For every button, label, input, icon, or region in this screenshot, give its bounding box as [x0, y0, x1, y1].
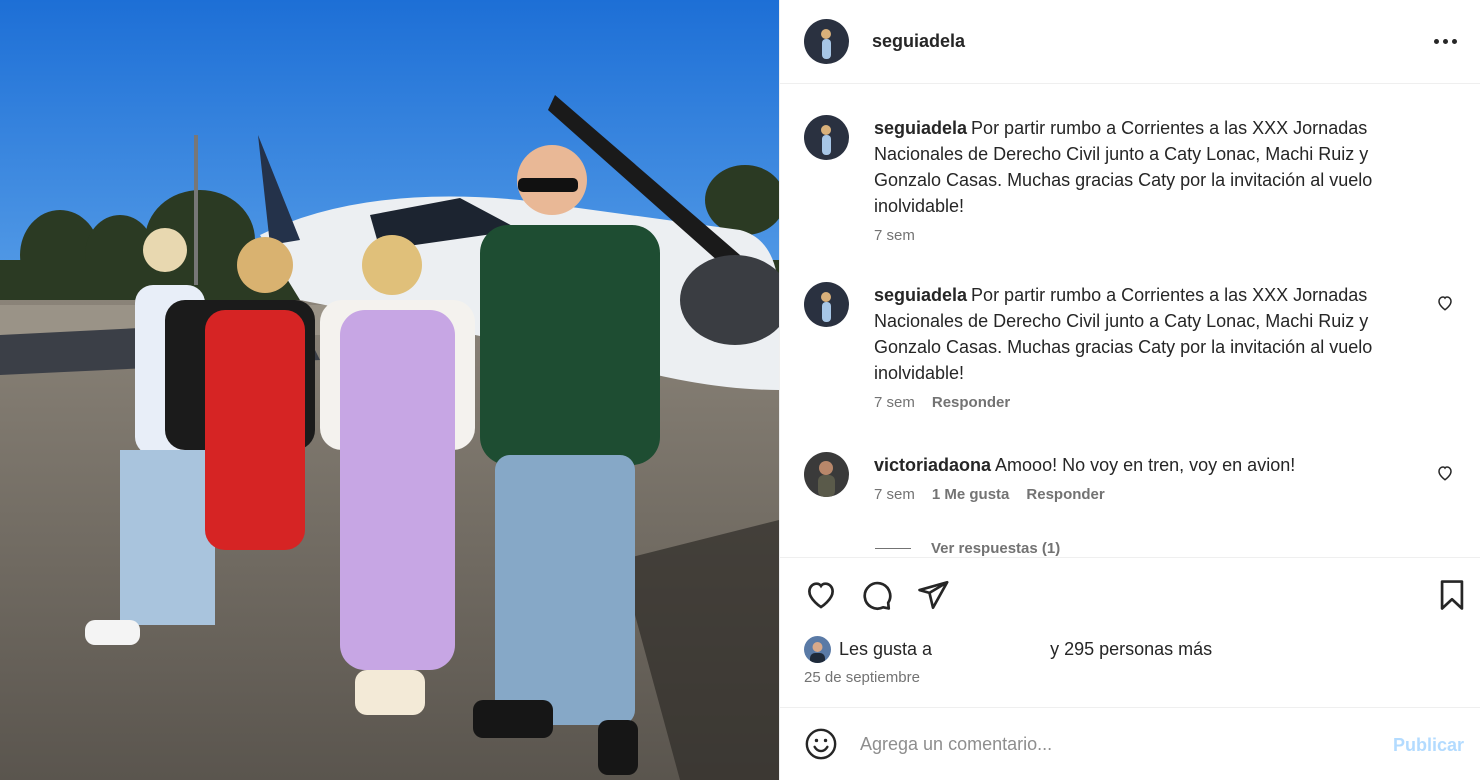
post-sidebar: seguiadela seguiadela Por partir rumbo a …: [779, 0, 1480, 780]
comment-avatar[interactable]: [804, 452, 849, 497]
author-avatar[interactable]: [804, 19, 849, 64]
comment-text: victoriadaona Amooo! No voy en tren, voy …: [874, 452, 1419, 478]
comment-item: victoriadaona Amooo! No voy en tren, voy …: [804, 452, 1454, 503]
liked-by-prefix: Les gusta a: [839, 639, 933, 659]
post-photo[interactable]: [0, 0, 779, 780]
comment-username[interactable]: seguiadela: [874, 285, 967, 305]
caption-username[interactable]: seguiadela: [874, 118, 967, 138]
replies-divider: [875, 548, 911, 549]
comment-text: seguiadela Por partir rumbo a Corrientes …: [874, 282, 1419, 386]
save-bookmark-icon[interactable]: [1435, 578, 1469, 612]
view-replies-label: Ver respuestas (1): [931, 540, 1061, 557]
redacted-username: [932, 640, 1051, 659]
caption-text: seguiadela Por partir rumbo a Corrientes …: [874, 115, 1419, 219]
like-comment-heart-icon[interactable]: [1436, 294, 1454, 312]
caption: seguiadela Por partir rumbo a Corrientes …: [804, 115, 1454, 244]
like-comment-heart-icon[interactable]: [1436, 464, 1454, 482]
post-date[interactable]: 25 de septiembre: [804, 669, 920, 686]
liker-avatar[interactable]: [804, 636, 831, 663]
comment-body: Amooo! No voy en tren, voy en avion!: [995, 455, 1296, 475]
publish-button[interactable]: Publicar: [1393, 735, 1464, 756]
emoji-smiley-icon[interactable]: [804, 727, 838, 761]
reply-button[interactable]: Responder: [1026, 486, 1104, 503]
comments-list[interactable]: seguiadela Por partir rumbo a Corrientes …: [780, 85, 1480, 557]
post-header: seguiadela: [780, 0, 1480, 84]
liked-by-summary[interactable]: Les gusta a y 295 personas más: [804, 636, 1212, 663]
comment-item: seguiadela Por partir rumbo a Corrientes …: [804, 282, 1454, 411]
more-options-icon[interactable]: [1431, 30, 1459, 52]
caption-avatar[interactable]: [804, 115, 849, 160]
view-replies-button[interactable]: Ver respuestas (1): [875, 540, 1060, 557]
airplane-group-photo: [0, 0, 779, 780]
share-send-icon[interactable]: [916, 578, 950, 612]
comment-likes[interactable]: 1 Me gusta: [932, 486, 1010, 503]
comment-username[interactable]: victoriadaona: [874, 455, 991, 475]
caption-time[interactable]: 7 sem: [874, 227, 915, 244]
comment-avatar[interactable]: [804, 282, 849, 327]
comment-input[interactable]: [860, 733, 1360, 755]
comment-time[interactable]: 7 sem: [874, 394, 915, 411]
post-actions: Les gusta a y 295 personas más 25 de sep…: [780, 557, 1480, 707]
comment-time[interactable]: 7 sem: [874, 486, 915, 503]
like-heart-icon[interactable]: [804, 578, 838, 612]
comment-bubble-icon[interactable]: [859, 578, 893, 612]
comment-composer: Publicar: [780, 707, 1480, 780]
reply-button[interactable]: Responder: [932, 394, 1010, 411]
author-username[interactable]: seguiadela: [872, 31, 965, 52]
liked-by-suffix[interactable]: y 295 personas más: [1050, 639, 1212, 660]
